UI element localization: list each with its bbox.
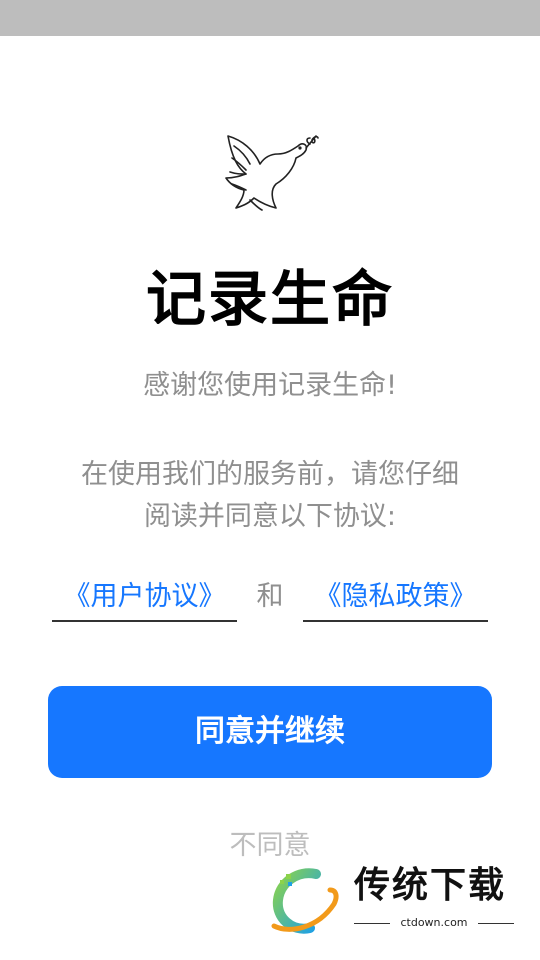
dove-logo-icon bbox=[225, 135, 319, 211]
watermark-logo-icon bbox=[271, 868, 339, 934]
privacy-policy-link[interactable]: 《隐私政策》 bbox=[303, 574, 488, 622]
watermark-title: 传统下载 bbox=[354, 865, 507, 906]
watermark: 传统下载 ctdown.com bbox=[268, 862, 518, 936]
agreement-links-row: 《用户协议》 和 《隐私政策》 bbox=[0, 574, 540, 622]
notice-line-2: 阅读并同意以下协议: bbox=[143, 501, 397, 532]
notice-text: 在使用我们的服务前，请您仔细 阅读并同意以下协议: bbox=[40, 454, 500, 538]
user-agreement-link[interactable]: 《用户协议》 bbox=[52, 574, 237, 622]
disagree-button[interactable]: 不同意 bbox=[0, 826, 540, 866]
and-text: 和 bbox=[256, 581, 284, 612]
status-bar bbox=[0, 0, 540, 36]
watermark-url: ctdown.com bbox=[354, 916, 514, 930]
app-title: 记录生命 bbox=[146, 265, 394, 335]
agree-continue-button[interactable]: 同意并继续 bbox=[48, 686, 492, 778]
thanks-text: 感谢您使用记录生命! bbox=[143, 370, 397, 401]
notice-line-1: 在使用我们的服务前，请您仔细 bbox=[81, 459, 459, 490]
